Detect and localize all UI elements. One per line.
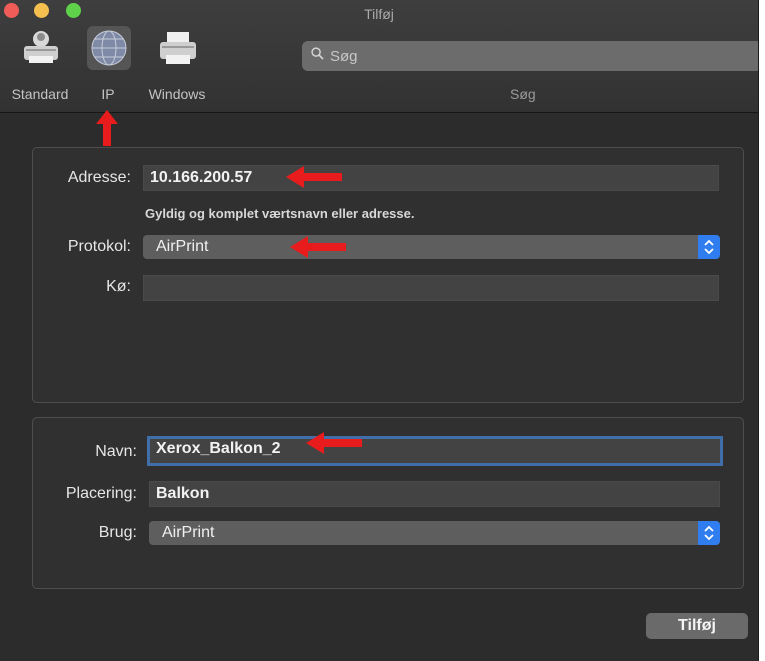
add-button[interactable]: Tilføj [646, 613, 748, 639]
annotation-arrow-left-icon [286, 166, 342, 188]
protocol-label: Protokol: [67, 238, 131, 255]
annotation-arrow-up-icon [96, 110, 118, 146]
use-value: AirPrint [162, 524, 215, 541]
name-label: Navn: [95, 443, 137, 460]
annotation-arrow-left-icon [290, 236, 346, 258]
use-popup[interactable]: AirPrint [149, 521, 720, 545]
address-hint: Gyldig og komplet værtsnavn eller adress… [145, 206, 415, 221]
queue-field[interactable] [143, 275, 719, 301]
toolbar-button-ip[interactable]: IP [76, 26, 140, 106]
window-title: Tilføj [364, 6, 394, 22]
printer-address-group: Adresse: 10.166.200.57 Gyldig og komplet… [32, 147, 744, 403]
updown-chevron-icon [698, 521, 720, 545]
protocol-popup[interactable]: AirPrint [143, 235, 720, 259]
printer-icon [156, 26, 200, 70]
toolbar-label-windows: Windows [148, 86, 206, 102]
toolbar-button-standard[interactable]: Standard [8, 26, 72, 106]
globe-network-icon [87, 26, 131, 70]
protocol-value: AirPrint [156, 238, 209, 255]
use-label: Brug: [98, 524, 137, 541]
name-field[interactable]: Xerox_Balkon_2 [147, 436, 723, 466]
address-field[interactable]: 10.166.200.57 [143, 165, 719, 191]
search-input[interactable] [330, 41, 750, 71]
queue-label: Kø: [106, 278, 131, 295]
location-field[interactable]: Balkon [149, 481, 720, 507]
toolbar: Tilføj Standard IP Windows Søg Søg [0, 0, 758, 113]
add-printer-form: Adresse: 10.166.200.57 Gyldig og komplet… [0, 113, 758, 661]
add-printer-window: Tilføj Standard IP Windows Søg Søg Adres… [0, 0, 759, 661]
search-field[interactable] [302, 41, 758, 71]
printer-icon [19, 26, 63, 70]
printer-details-group: Navn: Xerox_Balkon_2 Placering: Balkon B… [32, 417, 744, 589]
location-label: Placering: [65, 485, 137, 502]
search-icon [311, 47, 324, 60]
updown-chevron-icon [698, 235, 720, 259]
search-caption: Søg [510, 86, 536, 102]
toolbar-button-windows[interactable]: Windows [145, 26, 209, 106]
address-label: Adresse: [67, 169, 131, 186]
annotation-arrow-left-icon [306, 432, 362, 454]
